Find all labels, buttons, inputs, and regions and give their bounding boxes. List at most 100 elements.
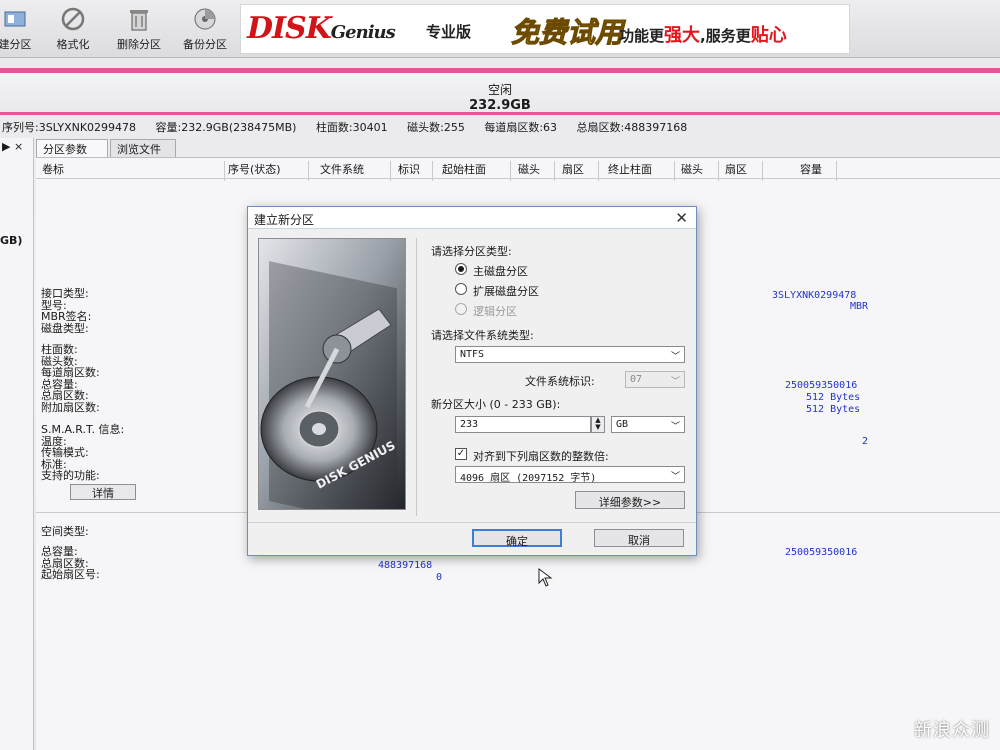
radio-extended-partition[interactable] — [455, 283, 467, 295]
col-index-status[interactable]: 序号(状态) — [228, 161, 281, 177]
align-value: 4096 扇区 (2097152 字节) — [460, 473, 597, 484]
align-select[interactable]: 4096 扇区 (2097152 字节) ﹀ — [455, 466, 685, 484]
value-space-total: 250059350016 — [785, 547, 858, 558]
tab-partition-params[interactable]: 分区参数 — [36, 139, 108, 157]
promo-text: 免费试用 — [510, 16, 624, 50]
col-id[interactable]: 标识 — [398, 161, 420, 177]
value-smart: 2 — [862, 436, 869, 447]
geometry-params-group: 柱面数: 磁头数: 每道扇区数: 总容量: 总扇区数: 附加扇区数: — [41, 344, 100, 413]
slogan-mid: ,服务更 — [700, 27, 751, 45]
radio-primary-partition[interactable] — [455, 263, 467, 275]
delete-partition-button[interactable]: 删除分区 — [108, 6, 170, 52]
ok-button[interactable]: 确定 — [472, 529, 562, 548]
fs-id-label: 文件系统标识: — [525, 375, 595, 388]
format-button[interactable]: 格式化 — [50, 6, 96, 52]
param-smart-info: S.M.A.R.T. 信息: — [41, 423, 125, 436]
disk-serial: 序列号:3SLYXNK0299478 — [2, 121, 137, 134]
slogan-prefix: 功能更 — [619, 27, 665, 45]
mouse-cursor-icon — [538, 568, 553, 587]
details-button[interactable]: 详情 — [70, 484, 136, 500]
diskgenius-logo: DISKGenius — [247, 11, 396, 46]
backup-partition-button[interactable]: 备份分区 — [174, 6, 236, 52]
value-total-bytes: 250059350016 — [785, 380, 858, 391]
param-disk-type: 磁盘类型: — [41, 321, 89, 335]
col-capacity[interactable]: 容量 — [800, 161, 822, 177]
size-label: 新分区大小 (0 - 233 GB): — [431, 398, 561, 411]
param-extra-sectors: 附加扇区数: — [41, 400, 100, 414]
tab-browse-files[interactable]: 浏览文件 — [110, 139, 176, 157]
param-total-sectors: 总扇区数: — [41, 389, 89, 402]
col-start-head[interactable]: 磁头 — [518, 161, 540, 177]
slogan-strong: 强大 — [664, 25, 701, 46]
delete-partition-label: 删除分区 — [117, 38, 161, 51]
disk-sectors-per-track: 每道扇区数:63 — [484, 121, 558, 134]
new-partition-icon — [4, 11, 26, 27]
align-checkbox[interactable]: ✓ — [455, 448, 467, 460]
partition-type-label: 请选择分区类型: — [431, 245, 512, 258]
disk-total-sectors: 总扇区数:488397168 — [576, 121, 688, 134]
disk-map-bar[interactable]: 空闲 232.9GB — [0, 73, 1000, 115]
close-icon[interactable]: ✕ — [675, 209, 688, 227]
value-mbr: MBR — [850, 301, 869, 312]
col-start-sector[interactable]: 扇区 — [562, 161, 584, 177]
col-filesystem[interactable]: 文件系统 — [320, 161, 364, 177]
disk-capacity: 容量:232.9GB(238475MB) — [155, 121, 297, 134]
primary-partition-label[interactable]: 主磁盘分区 — [473, 263, 528, 279]
param-start-sector: 起始扇区号: — [41, 568, 100, 581]
dialog-title-bar[interactable]: 建立新分区 ✕ — [248, 207, 696, 229]
chevron-down-icon: ﹀ — [670, 422, 680, 432]
col-start-cylinder[interactable]: 起始柱面 — [442, 161, 486, 177]
header-divider — [36, 178, 1000, 179]
delete-icon — [130, 10, 148, 31]
backup-icon — [194, 8, 216, 30]
tab-label: 分区参数 — [43, 143, 87, 156]
param-space-capacity: 总容量: — [41, 545, 78, 558]
align-label: 对齐到下列扇区数的整数倍: — [473, 450, 609, 463]
dialog-form: 请选择分区类型: 主磁盘分区 扩展磁盘分区 逻辑分区 请选择文件系统类型: NT… — [416, 238, 686, 516]
col-end-cylinder[interactable]: 终止柱面 — [608, 161, 652, 177]
param-mbr-signature: MBR签名: — [41, 310, 92, 323]
new-partition-button[interactable]: 建分区 — [0, 6, 38, 52]
smart-params-group: S.M.A.R.T. 信息: 温度: 传输模式: 标准: 支持的功能: — [41, 424, 124, 482]
value-extra-sector-size: 512 Bytes — [806, 404, 861, 415]
space-params-group: 总容量: 总扇区数: 起始扇区号: — [41, 546, 100, 581]
new-partition-label: 建分区 — [0, 38, 32, 51]
dialog-title: 建立新分区 — [254, 213, 315, 227]
tree-item-disk[interactable]: GB) — [0, 234, 22, 247]
cancel-button[interactable]: 取消 — [594, 529, 684, 547]
disk-heads: 磁头数:255 — [407, 121, 465, 134]
advanced-params-button[interactable]: 详细参数>> — [575, 491, 685, 509]
disk-cylinders: 柱面数:30401 — [315, 121, 388, 134]
size-unit-select[interactable]: GB ﹀ — [611, 416, 685, 433]
value-sector-size: 512 Bytes — [806, 392, 861, 403]
size-stepper[interactable]: ▲ ▼ — [591, 416, 605, 433]
toolbar: 建分区 格式化 删除分区 备份分区 DISKGenius 专业版 免费试用 功能… — [0, 0, 1000, 58]
fs-type-label: 请选择文件系统类型: — [431, 329, 534, 342]
chevron-down-icon: ﹀ — [670, 472, 680, 482]
disk-tree-panel[interactable]: ▶ × GB) — [0, 138, 34, 750]
radio-logical-partition — [455, 303, 467, 315]
col-end-sector[interactable]: 扇区 — [725, 161, 747, 177]
param-space-type: 空间类型: — [41, 525, 89, 538]
disk-info-line: 序列号:3SLYXNK0299478 容量:232.9GB(238475MB) … — [0, 119, 1000, 137]
col-end-head[interactable]: 磁头 — [681, 161, 703, 177]
logo-sub: Genius — [330, 22, 396, 43]
space-type-group: 空间类型: — [41, 526, 89, 538]
fs-id-select: 07 ﹀ — [625, 371, 685, 388]
tree-close-icon[interactable]: ▶ × — [2, 140, 23, 153]
chevron-down-icon: ﹀ — [670, 377, 680, 387]
value-space-sectors: 488397168 — [378, 560, 433, 571]
slogan: 功能更强大,服务更贴心 — [619, 21, 787, 47]
dialog-divider — [248, 522, 696, 523]
size-input[interactable]: 233 — [455, 416, 591, 433]
brand-banner: DISKGenius 专业版 免费试用 功能更强大,服务更贴心 — [240, 4, 850, 54]
param-features: 支持的功能: — [41, 469, 100, 482]
format-icon — [61, 7, 85, 31]
col-volume-label[interactable]: 卷标 — [42, 161, 64, 177]
extended-partition-label[interactable]: 扩展磁盘分区 — [473, 283, 539, 299]
chevron-down-icon: ﹀ — [670, 352, 680, 362]
partition-table-header: 卷标 序号(状态) 文件系统 标识 起始柱面 磁头 扇区 终止柱面 磁头 扇区 … — [36, 158, 1000, 181]
disk-state: 空闲 — [487, 83, 512, 97]
disk-params-group: 接口类型: 型号: MBR签名: 磁盘类型: — [41, 288, 91, 334]
fs-type-select[interactable]: NTFS ﹀ — [455, 346, 685, 363]
